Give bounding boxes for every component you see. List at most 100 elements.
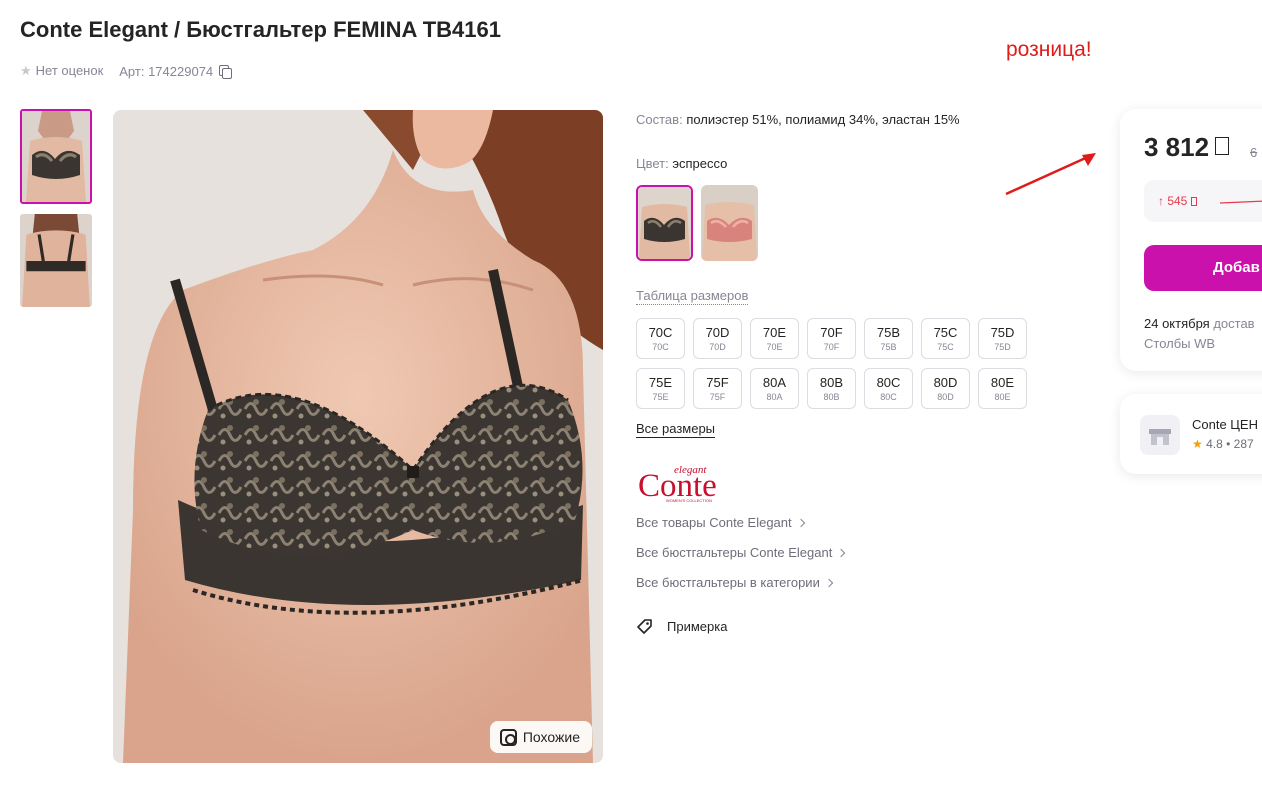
size-option[interactable]: 80A 80A (750, 368, 799, 409)
composition-label: Состав: (636, 112, 683, 127)
product-title: Conte Elegant / Бюстгальтер FEMINA TB416… (20, 17, 501, 42)
size-ru-label: 70E (766, 341, 783, 352)
size-option[interactable]: 80B 80B (807, 368, 856, 409)
price-card: 3 812 6 ↑ 545 Добав 24 октября достав Ст… (1120, 109, 1262, 371)
size-option[interactable]: 80E 80E (978, 368, 1027, 409)
pickup-point[interactable]: Столбы WB (1144, 334, 1255, 354)
article-number: 174229074 (148, 63, 214, 79)
copy-icon[interactable] (219, 64, 233, 79)
seller-rating: ★ 4.8 • 287 (1192, 437, 1254, 451)
size-ru-label: 70D (709, 341, 726, 352)
size-ru-label: 80A (766, 391, 783, 402)
delivery-word: достав (1213, 316, 1255, 331)
similar-label: Похожие (522, 729, 580, 745)
brand-logo[interactable]: elegant Conte WOMEN'S COLLECTION (638, 461, 734, 503)
size-option[interactable]: 70D 70D (693, 318, 742, 359)
size-option[interactable]: 75C 75C (921, 318, 970, 359)
link-label: Все бюстгальтеры в категории (636, 575, 820, 590)
size-label: 80B (819, 374, 844, 390)
price-change-value: ↑ 545 (1158, 194, 1188, 208)
price: 3 812 (1144, 132, 1230, 163)
annotation-text: розница! (1006, 38, 1092, 61)
size-option[interactable]: 75D 75D (978, 318, 1027, 359)
size-option[interactable]: 70E 70E (750, 318, 799, 359)
size-label: 75C (933, 324, 958, 340)
size-label: 75D (990, 324, 1015, 340)
brand-logo-tagline: WOMEN'S COLLECTION (666, 498, 712, 503)
color-label: Цвет: (636, 156, 669, 171)
size-option[interactable]: 70F 70F (807, 318, 856, 359)
size-ru-label: 80B (823, 391, 840, 402)
color-swatch-pink[interactable] (701, 185, 758, 261)
size-ru-label: 75B (880, 341, 897, 352)
size-ru-label: 80D (937, 391, 954, 402)
star-icon: ★ (1192, 437, 1203, 451)
size-ru-label: 70F (823, 341, 840, 352)
size-label: 70C (648, 324, 673, 340)
link-label: Все товары Conte Elegant (636, 515, 792, 530)
delivery-info: 24 октября достав Столбы WB (1144, 314, 1255, 354)
composition-value: полиэстер 51%, полиамид 34%, эластан 15% (686, 112, 960, 127)
link-label: Все бюстгальтеры Conte Elegant (636, 545, 833, 560)
size-option[interactable]: 70C 70C (636, 318, 685, 359)
size-option[interactable]: 75E 75E (636, 368, 685, 409)
link-all-brand-products[interactable]: Все товары Conte Elegant (636, 515, 844, 545)
article-label: Арт: (119, 63, 145, 79)
tryon-label: Примерка (667, 619, 728, 634)
size-ru-label: 75C (937, 341, 954, 352)
delivery-date: 24 октября (1144, 316, 1210, 331)
price-history[interactable]: ↑ 545 (1144, 180, 1262, 222)
annotation-arrow (1005, 153, 1096, 196)
currency-icon (1215, 137, 1230, 155)
product-meta: ★ Нет оценок Арт: 174229074 (20, 63, 233, 79)
similar-button[interactable]: Похожие (489, 721, 592, 753)
size-label: 80D (933, 374, 958, 390)
tag-icon (637, 619, 652, 634)
price-chart-icon (1220, 200, 1262, 204)
size-ru-label: 75E (652, 391, 669, 402)
seller-reviews: 287 (1233, 437, 1254, 451)
size-ru-label: 80C (880, 391, 897, 402)
size-label: 75E (648, 374, 673, 390)
size-option[interactable]: 75F 75F (693, 368, 742, 409)
price-value: 3 812 (1144, 132, 1210, 162)
chevron-right-icon (837, 548, 846, 558)
size-ru-label: 80E (994, 391, 1011, 402)
color-swatch-espresso[interactable] (636, 185, 693, 261)
star-icon: ★ (20, 63, 32, 78)
tryon-button[interactable]: Примерка (636, 618, 727, 635)
size-ru-label: 70C (652, 341, 669, 352)
size-label: 80A (762, 374, 787, 390)
store-icon (1140, 415, 1180, 455)
size-label: 80C (876, 374, 901, 390)
all-sizes-link[interactable]: Все размеры (636, 421, 716, 438)
rating[interactable]: ★ Нет оценок (20, 63, 103, 79)
seller-name: Conte ЦЕН (1192, 417, 1258, 432)
thumbnail-back[interactable] (20, 214, 92, 307)
composition: Состав: полиэстер 51%, полиамид 34%, эла… (636, 112, 960, 127)
size-table-link[interactable]: Таблица размеров (636, 288, 749, 305)
chevron-right-icon (796, 518, 805, 528)
seller-rating-value: 4.8 (1206, 437, 1223, 451)
size-label: 70D (705, 324, 730, 340)
size-label: 70F (820, 324, 843, 340)
size-option[interactable]: 75B 75B (864, 318, 913, 359)
link-all-category-bras[interactable]: Все бюстгальтеры в категории (636, 575, 844, 605)
size-label: 75F (706, 374, 729, 390)
thumbnail-front[interactable] (20, 109, 92, 204)
link-all-brand-bras[interactable]: Все бюстгальтеры Conte Elegant (636, 545, 846, 575)
size-option[interactable]: 80D 80D (921, 368, 970, 409)
size-label: 80E (990, 374, 1015, 390)
price-change: ↑ 545 (1158, 194, 1197, 208)
size-selector: 70C 70C 70D 70D 70E 70E 70F 70F 75B 75B 75C 75C 75D 7… (636, 318, 1036, 409)
add-to-cart-button[interactable]: Добав (1144, 245, 1262, 291)
product-photo[interactable]: Похожие (113, 110, 603, 763)
color-info: Цвет: эспрессо (636, 156, 727, 171)
old-price: 6 (1250, 145, 1258, 160)
seller-card[interactable]: Conte ЦЕН ★ 4.8 • 287 (1120, 394, 1262, 474)
size-label: 70E (762, 324, 787, 340)
size-option[interactable]: 80C 80C (864, 368, 913, 409)
size-label: 75B (876, 324, 901, 340)
article: Арт: 174229074 (119, 63, 233, 79)
currency-icon (1190, 197, 1197, 206)
